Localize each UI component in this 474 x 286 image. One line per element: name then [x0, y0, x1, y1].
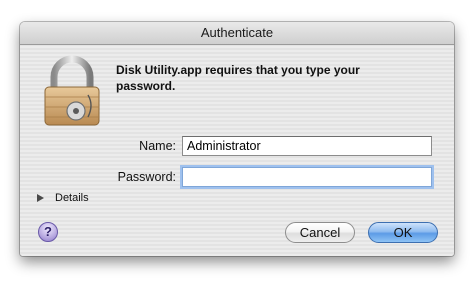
name-label: Name:: [139, 139, 176, 153]
details-toggle[interactable]: Details: [37, 192, 89, 204]
name-field[interactable]: [182, 136, 432, 156]
authenticate-dialog: Authenticate Disk Utility.app requires t…: [20, 22, 454, 256]
cancel-button[interactable]: Cancel: [285, 222, 355, 243]
password-label: Password:: [117, 170, 176, 184]
auth-message: Disk Utility.app requires that you type …: [116, 63, 360, 93]
disclosure-triangle-icon[interactable]: [37, 194, 44, 202]
ok-button[interactable]: OK: [368, 222, 438, 243]
padlock-icon: [44, 55, 100, 126]
password-field[interactable]: [182, 167, 432, 187]
help-button[interactable]: ?: [38, 222, 58, 242]
window-title: Authenticate: [20, 22, 454, 45]
details-label: Details: [55, 192, 89, 204]
